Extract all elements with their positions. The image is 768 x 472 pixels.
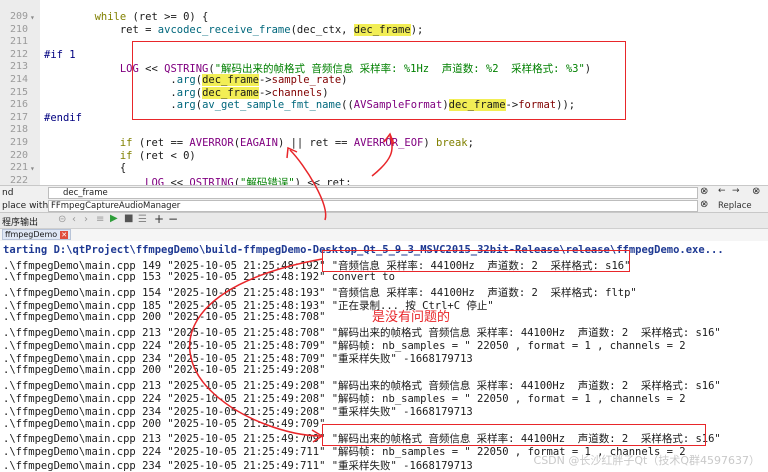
code-token: ); bbox=[410, 23, 424, 36]
code-token: #endif bbox=[44, 111, 82, 124]
code-token: if bbox=[119, 137, 133, 149]
line-number: 221 bbox=[9, 162, 28, 174]
replace-label: place with: bbox=[2, 201, 52, 211]
code-token: LOG bbox=[145, 176, 165, 185]
code-token: AVERROR bbox=[189, 137, 234, 149]
code-token: ) bbox=[423, 137, 437, 149]
code-line: #endif bbox=[44, 112, 82, 124]
line-number: 219 bbox=[9, 137, 28, 148]
annotation-note: 是没有问题的 bbox=[372, 310, 451, 325]
tab-label: ffmpegDemo bbox=[5, 230, 58, 239]
find-input[interactable]: dec_frame bbox=[48, 187, 698, 199]
filter-icon[interactable]: ☰ bbox=[138, 214, 147, 225]
line-number: 217 bbox=[9, 111, 28, 123]
code-token: (dec_ctx, bbox=[290, 23, 354, 36]
annotation-box-first-log bbox=[322, 250, 630, 272]
code-token: avcodec_receive_frame bbox=[157, 23, 291, 36]
code-token: ) || ret == bbox=[277, 137, 354, 149]
clear-find-icon[interactable]: ⊗ bbox=[700, 186, 708, 197]
find-replace-bar: nd 🔍︎ dec_frame place with: FFmpegCaptur… bbox=[0, 185, 768, 213]
code-line: if (ret == AVERROR(EAGAIN) || ret == AVE… bbox=[44, 137, 474, 149]
prev-item-icon[interactable]: ‹ bbox=[72, 214, 76, 225]
code-token: if bbox=[119, 149, 133, 162]
code-token: << bbox=[164, 176, 190, 185]
fold-marker-icon[interactable]: ▾ bbox=[30, 13, 35, 22]
code-line: ret = avcodec_receive_frame(dec_ctx, dec… bbox=[44, 23, 424, 36]
code-token: (ret >= 0) { bbox=[126, 11, 209, 23]
find-label: nd bbox=[2, 188, 14, 198]
log-line: .\ffmpegDemo\main.cpp 200 "2025-10-05 21… bbox=[3, 417, 326, 430]
line-number: 212 bbox=[9, 48, 28, 60]
code-line: LOG << QSTRING("解码错误") << ret; bbox=[44, 175, 352, 185]
attach-icon[interactable]: ≡ bbox=[96, 214, 104, 225]
run-icon[interactable]: ▶ bbox=[110, 213, 118, 224]
log-line: .\ffmpegDemo\main.cpp 234 "2025-10-05 21… bbox=[3, 459, 473, 472]
code-line: while (ret >= 0) { bbox=[44, 11, 209, 23]
code-token: (ret < 0) bbox=[132, 149, 196, 162]
code-token: { bbox=[44, 162, 127, 175]
clear-replace-icon[interactable]: ⊗ bbox=[700, 199, 708, 210]
code-token: "解码错误" bbox=[240, 176, 295, 185]
output-pane-toolbar: 程序输出 ⊝ ‹ › ≡ ▶ ■ ☰ + − bbox=[0, 212, 768, 229]
code-token: ; bbox=[467, 137, 474, 149]
log-line: .\ffmpegDemo\main.cpp 200 "2025-10-05 21… bbox=[3, 311, 326, 324]
line-number: 210 bbox=[9, 23, 28, 35]
line-number-gutter: 209 210 211 212 213 214 215 216 217 218 219 220 221 2… bbox=[0, 0, 40, 185]
line-number: 214 bbox=[9, 74, 28, 85]
output-tab-row: ffmpegDemo ✕ bbox=[0, 229, 768, 241]
code-token: ret = bbox=[44, 23, 158, 36]
find-previous-icon[interactable]: ← bbox=[718, 186, 726, 196]
line-number: 215 bbox=[9, 86, 28, 98]
tab-ffmpegdemo[interactable]: ffmpegDemo ✕ bbox=[2, 229, 72, 240]
code-token: #if 1 bbox=[44, 48, 76, 61]
search-match: dec_frame bbox=[353, 23, 411, 36]
line-number: 218 bbox=[9, 124, 28, 136]
code-token: (ret == bbox=[132, 137, 190, 149]
code-token: QSTRING bbox=[189, 176, 234, 185]
line-number: 216 bbox=[9, 99, 28, 111]
clear-output-icon[interactable]: ⊝ bbox=[58, 214, 66, 225]
line-number: 211 bbox=[9, 36, 28, 48]
fold-marker-icon[interactable]: ▾ bbox=[30, 164, 35, 173]
code-token: break bbox=[436, 137, 468, 149]
code-token: AVERROR_EOF bbox=[353, 137, 424, 149]
watermark: CSDN @长沙红胖子Qt（技术Q群4597637） bbox=[533, 454, 760, 467]
line-number: 209 bbox=[9, 11, 28, 22]
zoom-out-icon[interactable]: − bbox=[168, 212, 178, 226]
code-token: while bbox=[94, 11, 127, 23]
code-line: #if 1 bbox=[44, 49, 76, 61]
close-find-icon[interactable]: ⊗ bbox=[752, 186, 760, 197]
code-line: { bbox=[44, 162, 126, 174]
line-number: 220 bbox=[9, 149, 28, 161]
stop-icon[interactable]: ■ bbox=[124, 213, 133, 224]
zoom-in-icon[interactable]: + bbox=[154, 212, 164, 226]
find-next-icon[interactable]: → bbox=[732, 186, 740, 196]
log-line: .\ffmpegDemo\main.cpp 200 "2025-10-05 21… bbox=[3, 364, 326, 377]
code-token: EAGAIN bbox=[240, 137, 278, 149]
code-token: ) << ret; bbox=[294, 176, 352, 185]
replace-input[interactable]: FFmpegCaptureAudioManager bbox=[48, 200, 698, 212]
replace-button[interactable]: Replace bbox=[718, 201, 752, 211]
line-number: 213 bbox=[9, 61, 28, 73]
line-number: 222 bbox=[9, 174, 28, 185]
code-line: if (ret < 0) bbox=[44, 150, 196, 162]
log-line: .\ffmpegDemo\main.cpp 153 "2025-10-05 21… bbox=[3, 271, 395, 284]
annotation-box-code bbox=[132, 41, 626, 120]
next-item-icon[interactable]: › bbox=[84, 214, 88, 225]
close-tab-icon[interactable]: ✕ bbox=[60, 230, 69, 239]
output-pane-title: 程序输出 bbox=[2, 218, 39, 228]
annotation-box-decoded-log bbox=[322, 424, 706, 446]
